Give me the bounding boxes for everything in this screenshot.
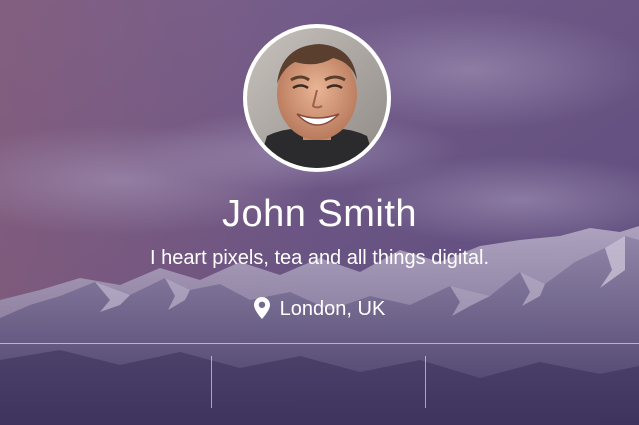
avatar-photo: [247, 28, 387, 168]
profile-card: John Smith I heart pixels, tea and all t…: [0, 0, 639, 425]
map-pin-icon: [253, 297, 270, 329]
stats-divider-1: [211, 356, 212, 408]
location-label: London, UK: [279, 298, 386, 320]
stats-divider-2: [425, 356, 426, 408]
profile-location: London, UK: [0, 293, 639, 329]
profile-bio: I heart pixels, tea and all things digit…: [149, 247, 490, 269]
stat-cell-2[interactable]: [212, 344, 425, 425]
stat-cell-1[interactable]: [0, 344, 211, 425]
stat-cell-3[interactable]: [426, 344, 639, 425]
profile-name: John Smith: [221, 193, 418, 235]
avatar[interactable]: [243, 24, 391, 172]
